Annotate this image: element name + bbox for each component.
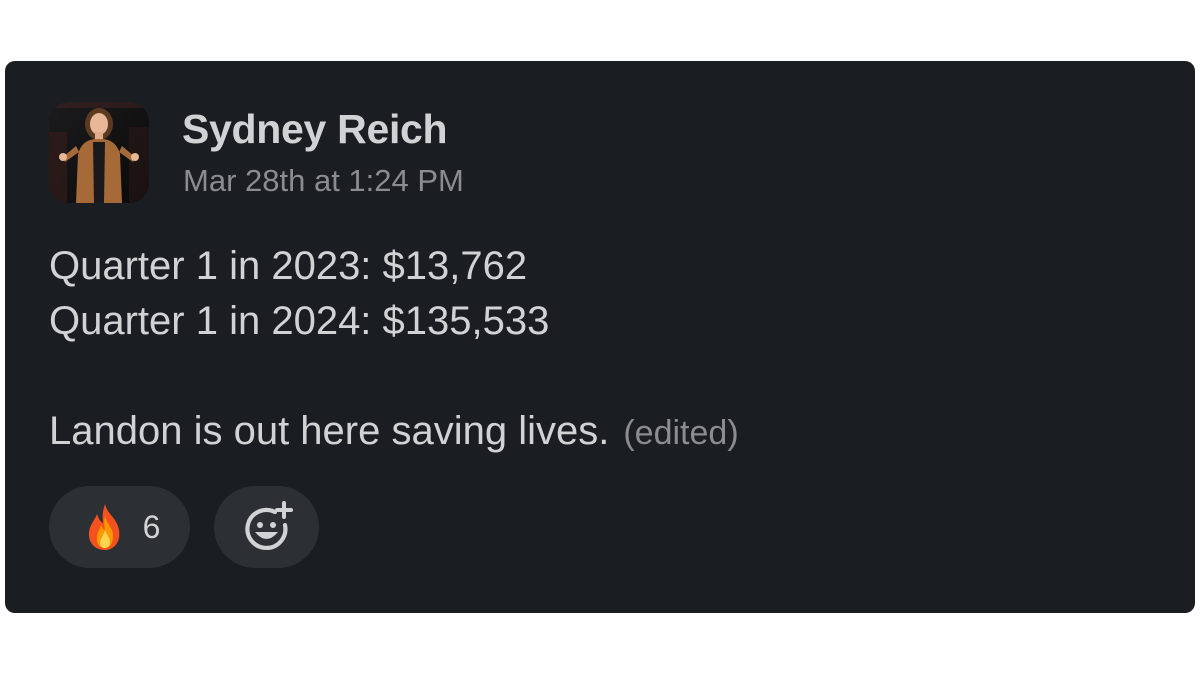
message-line: Quarter 1 in 2024: $135,533 (49, 299, 550, 343)
message-line-last: Landon is out here saving lives. (edited) (49, 404, 1149, 461)
message-line: Landon is out here saving lives. (49, 409, 610, 453)
fire-emoji-icon (88, 504, 119, 550)
message-body: Quarter 1 in 2023: $13,762 Quarter 1 in … (49, 239, 1149, 461)
message-line: Quarter 1 in 2023: $13,762 (49, 244, 528, 288)
add-reaction-button[interactable] (214, 486, 319, 568)
message-timestamp[interactable]: Mar 28th at 1:24 PM (183, 163, 464, 199)
avatar-photo (49, 102, 149, 203)
fire-reaction-button[interactable]: 6 (49, 486, 190, 568)
edited-label: (edited) (623, 414, 739, 452)
reaction-count: 6 (142, 508, 161, 545)
avatar[interactable] (49, 102, 149, 203)
add-reaction-icon (244, 501, 293, 550)
author-name[interactable]: Sydney Reich (182, 106, 448, 153)
reactions-bar: 6 (49, 486, 319, 568)
message-card: Sydney Reich Mar 28th at 1:24 PM Quarter… (5, 61, 1195, 613)
